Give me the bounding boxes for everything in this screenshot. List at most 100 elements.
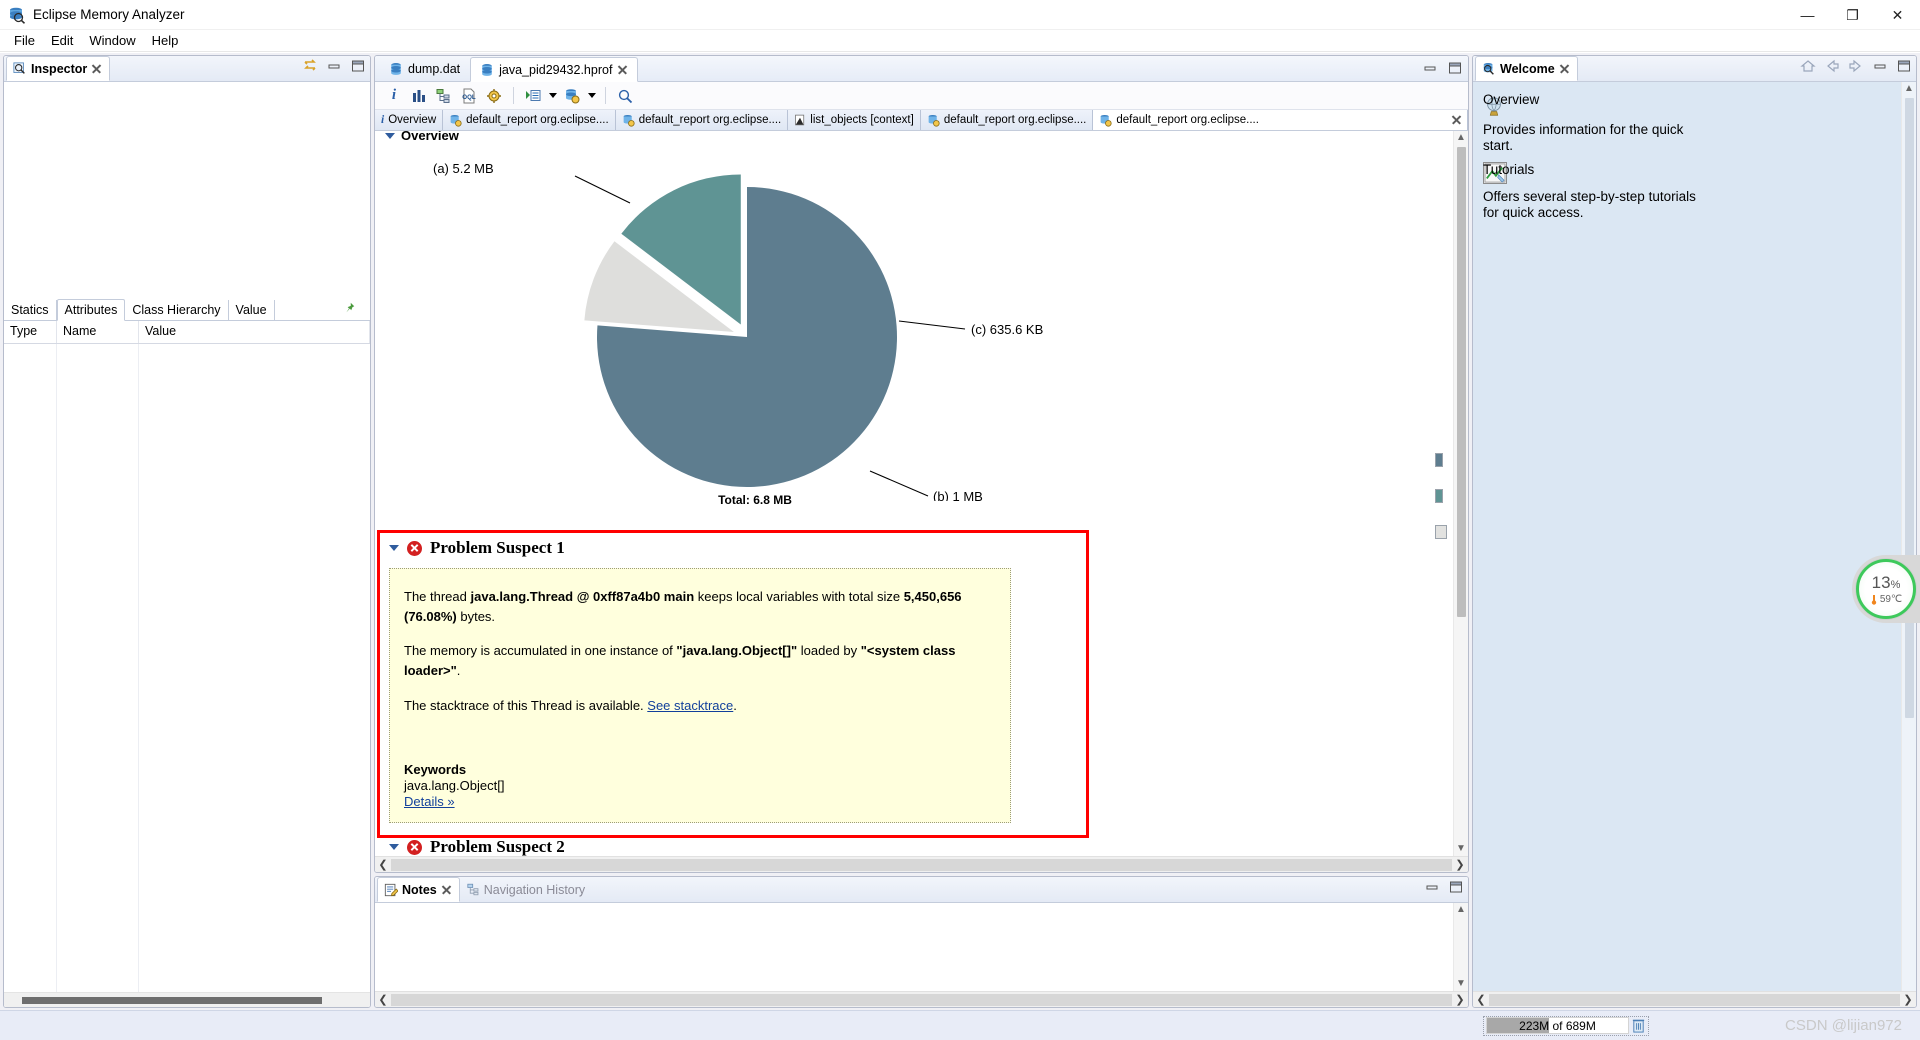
report-subtab-default-report-1[interactable]: default_report org.eclipse....: [443, 110, 616, 130]
tab-inspector[interactable]: Inspector: [6, 56, 111, 81]
welcome-vscroll-thumb[interactable]: [1904, 98, 1914, 718]
welcome-hscroll-thumb[interactable]: [1489, 993, 1900, 1006]
maximize-button[interactable]: ❐: [1830, 0, 1875, 30]
column-header-type[interactable]: Type: [4, 321, 57, 343]
report-icon: [1101, 114, 1112, 127]
minimize-button[interactable]: —: [1785, 0, 1830, 30]
welcome-section-overview[interactable]: Overview Provides information for the qu…: [1483, 92, 1891, 154]
welcome-hscrollbar[interactable]: ❮ ❯: [1473, 991, 1916, 1007]
editor-tab-label: java_pid29432.hprof: [499, 62, 613, 77]
tab-notes[interactable]: Notes: [377, 877, 460, 902]
welcome-tutorials-heading[interactable]: Tutorials: [1483, 162, 1534, 178]
welcome-section-tutorials[interactable]: Tutorials Offers several step-by-step tu…: [1483, 161, 1891, 221]
leak-suspects-icon[interactable]: [483, 85, 505, 107]
heap-status[interactable]: 223M of 689M: [1483, 1015, 1649, 1036]
welcome-overview-heading[interactable]: Overview: [1483, 92, 1539, 108]
chevron-down-icon[interactable]: [385, 132, 395, 139]
subtab-attributes[interactable]: Attributes: [56, 299, 126, 321]
welcome-tab-close-icon[interactable]: [1559, 63, 1570, 74]
find-icon[interactable]: [614, 85, 636, 107]
minimize-view-icon[interactable]: [326, 59, 342, 73]
dominator-tree-icon[interactable]: [433, 85, 455, 107]
subtab-statics[interactable]: Statics: [4, 300, 57, 320]
see-stacktrace-link[interactable]: See stacktrace: [647, 698, 733, 713]
maximize-welcome-icon[interactable]: [1896, 59, 1912, 73]
report-subtab-default-report-3[interactable]: default_report org.eclipse....: [921, 110, 1094, 130]
link-with-editor-icon[interactable]: [302, 59, 318, 73]
notes-scroll-left-icon[interactable]: ❮: [375, 993, 391, 1006]
suspect1-details-link[interactable]: Details »: [404, 794, 455, 809]
report-subtab-list-objects[interactable]: list_objects [context]: [788, 110, 921, 130]
minimize-editor-icon[interactable]: [1422, 61, 1438, 75]
overview-info-icon[interactable]: i: [383, 85, 405, 107]
inspector-hscroll-thumb[interactable]: [22, 996, 322, 1004]
oql-icon[interactable]: OQL: [458, 85, 480, 107]
problem-suspect-1-header[interactable]: Problem Suspect 1: [383, 534, 1083, 568]
minimize-notes-icon[interactable]: [1424, 880, 1440, 894]
column-header-value[interactable]: Value: [139, 321, 370, 343]
menu-file[interactable]: File: [6, 31, 43, 50]
cpu-usage-widget[interactable]: 13% 59℃: [1852, 555, 1920, 623]
pin-icon[interactable]: [342, 301, 356, 315]
scroll-left-arrow-icon[interactable]: ❮: [375, 858, 391, 871]
welcome-scroll-left-icon[interactable]: ❮: [1473, 993, 1489, 1006]
maximize-view-icon[interactable]: [350, 59, 366, 73]
heap-meter[interactable]: 223M of 689M: [1486, 1017, 1629, 1034]
histogram-icon[interactable]: [408, 85, 430, 107]
editor-tab-close-icon[interactable]: [617, 64, 628, 75]
subtab-class-hierarchy[interactable]: Class Hierarchy: [125, 300, 229, 320]
inspector-table-body[interactable]: [4, 344, 370, 992]
editor-tab-java-pid-hprof[interactable]: java_pid29432.hprof: [470, 57, 639, 82]
query-browser-dropdown[interactable]: [586, 86, 597, 106]
forward-arrow-icon[interactable]: [1848, 59, 1864, 73]
heap-dump-file-icon: [391, 62, 401, 75]
welcome-scroll-up-icon[interactable]: ▲: [1904, 82, 1914, 96]
maximize-notes-icon[interactable]: [1448, 880, 1464, 894]
notes-vscrollbar[interactable]: ▲ ▼: [1453, 903, 1468, 991]
report-hscroll-thumb[interactable]: [391, 858, 1452, 871]
inspector-hscrollbar[interactable]: [4, 992, 370, 1007]
menu-help[interactable]: Help: [144, 31, 187, 50]
chevron-down-icon[interactable]: [389, 844, 399, 851]
run-expert-system-test-icon[interactable]: [522, 85, 544, 107]
report-subtab-close-icon[interactable]: [1451, 114, 1462, 125]
report-vscrollbar[interactable]: ▲ ▼: [1453, 131, 1468, 856]
report-subtab-default-report-2[interactable]: default_report org.eclipse....: [616, 110, 789, 130]
trash-icon[interactable]: [1631, 1017, 1646, 1034]
notes-hscrollbar[interactable]: ❮ ❯: [375, 991, 1468, 1007]
nav-history-icon: [467, 883, 479, 896]
report-hscrollbar[interactable]: ❮ ❯: [375, 856, 1468, 872]
column-header-name[interactable]: Name: [57, 321, 139, 343]
minimize-welcome-icon[interactable]: [1872, 59, 1888, 73]
report-subtab-label: list_objects [context]: [810, 114, 914, 126]
inspector-tab-close-icon[interactable]: [91, 63, 102, 74]
home-icon[interactable]: [1800, 59, 1816, 73]
back-arrow-icon[interactable]: [1824, 59, 1840, 73]
problem-suspect-2-header[interactable]: Problem Suspect 2: [383, 833, 1083, 856]
report-subtab-default-report-4[interactable]: default_report org.eclipse....: [1093, 110, 1468, 130]
scroll-right-arrow-icon[interactable]: ❯: [1452, 858, 1468, 871]
menu-edit[interactable]: Edit: [43, 31, 81, 50]
chevron-down-icon[interactable]: [389, 545, 399, 551]
notes-tab-close-icon[interactable]: [441, 884, 452, 895]
report-vscroll-thumb[interactable]: [1456, 147, 1466, 617]
report-subtab-overview[interactable]: i Overview: [375, 110, 444, 130]
run-expert-system-dropdown[interactable]: [547, 86, 558, 106]
notes-scroll-down-icon[interactable]: ▼: [1456, 977, 1466, 991]
maximize-editor-icon[interactable]: [1447, 61, 1463, 75]
editor-tab-dump-dat[interactable]: dump.dat: [379, 56, 470, 81]
subtab-value[interactable]: Value: [229, 300, 275, 320]
notes-scroll-right-icon[interactable]: ❯: [1452, 993, 1468, 1006]
notes-hscroll-thumb[interactable]: [391, 993, 1452, 1006]
tab-navigation-history[interactable]: Navigation History: [460, 877, 593, 902]
scroll-down-arrow-icon[interactable]: ▼: [1456, 842, 1466, 856]
query-browser-icon[interactable]: [561, 85, 583, 107]
close-button[interactable]: ✕: [1875, 0, 1920, 30]
notes-editor-area[interactable]: ▲ ▼: [375, 903, 1468, 991]
notes-scroll-up-icon[interactable]: ▲: [1456, 903, 1466, 917]
tab-welcome[interactable]: Welcome: [1475, 56, 1578, 81]
scroll-up-arrow-icon[interactable]: ▲: [1456, 131, 1466, 145]
welcome-scroll-right-icon[interactable]: ❯: [1900, 993, 1916, 1006]
welcome-vscrollbar[interactable]: ▲: [1901, 82, 1916, 991]
menu-window[interactable]: Window: [81, 31, 143, 50]
